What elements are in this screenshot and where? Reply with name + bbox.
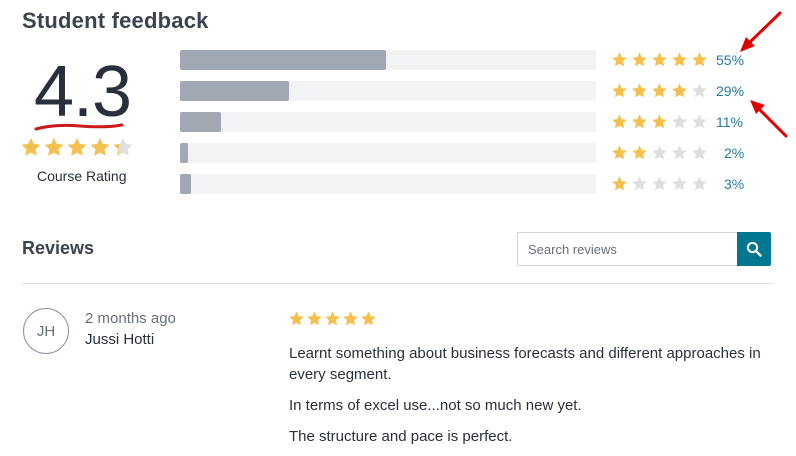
rating-bar-stars — [611, 113, 708, 130]
rating-bar-fill — [180, 143, 188, 163]
star-empty-icon — [691, 175, 708, 192]
star-filled-icon — [611, 82, 628, 99]
average-rating-stars — [20, 136, 134, 162]
star-filled-icon — [66, 136, 88, 158]
rating-bar — [180, 81, 596, 101]
avatar: JH — [23, 308, 69, 354]
star-filled-icon — [288, 310, 305, 327]
star-empty-icon — [671, 175, 688, 192]
star-empty-icon — [651, 144, 668, 161]
star-empty-icon — [671, 113, 688, 130]
rating-bar-fill — [180, 50, 386, 70]
review-author: Jussi Hotti — [85, 331, 155, 348]
annotation-arrow-top — [740, 11, 782, 52]
star-filled-icon — [611, 51, 628, 68]
star-filled-icon — [611, 144, 628, 161]
rating-bar — [180, 112, 596, 132]
review-timestamp: 2 months ago — [85, 310, 176, 327]
search-icon — [746, 241, 762, 257]
page-title: Student feedback — [22, 8, 209, 33]
star-filled-icon — [631, 82, 648, 99]
star-filled-icon — [611, 175, 628, 192]
star-filled-icon — [651, 82, 668, 99]
rating-bar-row[interactable]: 3% — [180, 173, 770, 195]
star-filled-icon — [671, 51, 688, 68]
star-filled-icon — [20, 136, 42, 158]
course-rating-caption: Course Rating — [37, 168, 127, 184]
star-partial-icon — [112, 136, 134, 158]
rating-bar-stars — [611, 144, 708, 161]
star-empty-icon — [671, 144, 688, 161]
rating-bar-fill — [180, 174, 191, 194]
star-filled-icon — [324, 310, 341, 327]
star-filled-icon — [691, 51, 708, 68]
star-filled-icon — [89, 136, 111, 158]
star-filled-icon — [631, 144, 648, 161]
rating-bar-fill — [180, 81, 289, 101]
rating-bar-row[interactable]: 11% — [180, 111, 770, 133]
rating-bar — [180, 143, 596, 163]
star-filled-icon — [671, 82, 688, 99]
star-filled-icon — [342, 310, 359, 327]
star-filled-icon — [631, 113, 648, 130]
star-filled-icon — [631, 51, 648, 68]
rating-bar-row[interactable]: 55% — [180, 49, 770, 71]
star-empty-icon — [691, 144, 708, 161]
star-filled-icon — [651, 113, 668, 130]
review-paragraph: The structure and pace is perfect. — [289, 428, 513, 445]
star-filled-icon — [611, 113, 628, 130]
star-filled-icon — [43, 136, 65, 158]
rating-bar — [180, 174, 596, 194]
star-filled-icon — [306, 310, 323, 327]
rating-bar-row[interactable]: 29% — [180, 80, 770, 102]
rating-percent[interactable]: 29% — [716, 83, 756, 99]
review-paragraph: Learnt something about business forecast… — [289, 345, 761, 383]
reviews-divider — [22, 283, 772, 284]
rating-bar — [180, 50, 596, 70]
underline-annotation — [34, 123, 124, 131]
reviews-heading: Reviews — [22, 238, 95, 258]
star-filled-icon — [651, 51, 668, 68]
rating-percent[interactable]: 3% — [724, 176, 764, 192]
star-empty-icon — [631, 175, 648, 192]
star-empty-icon — [691, 82, 708, 99]
rating-bar-stars — [611, 82, 708, 99]
star-filled-icon — [360, 310, 377, 327]
rating-bar-stars — [611, 51, 708, 68]
review-paragraph: In terms of excel use...not so much new … — [289, 397, 582, 414]
rating-bar-row[interactable]: 2% — [180, 142, 770, 164]
rating-bar-stars — [611, 175, 708, 192]
star-empty-icon — [651, 175, 668, 192]
review-stars — [288, 310, 377, 327]
star-empty-icon — [691, 113, 708, 130]
rating-percent[interactable]: 2% — [724, 145, 764, 161]
search-reviews-input[interactable] — [517, 232, 737, 266]
rating-bar-fill — [180, 112, 221, 132]
annotation-arrow-bottom — [750, 100, 788, 138]
search-reviews-button[interactable] — [737, 232, 771, 266]
